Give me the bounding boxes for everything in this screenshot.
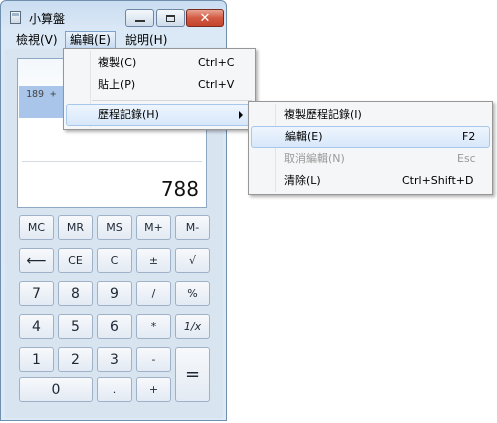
- window-title: 小算盤: [29, 12, 66, 26]
- edit-menu: 複製(C) Ctrl+C 貼上(P) Ctrl+V 歷程記錄(H): [63, 48, 256, 130]
- key-percent[interactable]: %: [175, 281, 210, 306]
- menu-bar: 檢視(V) 編輯(E) 說明(H): [2, 31, 226, 49]
- key-add[interactable]: +: [136, 377, 171, 402]
- close-button[interactable]: ✕: [186, 9, 224, 27]
- key-7[interactable]: 7: [19, 281, 54, 306]
- key-divide[interactable]: /: [136, 281, 171, 306]
- key-9[interactable]: 9: [97, 281, 132, 306]
- key-multiply[interactable]: *: [136, 314, 171, 339]
- menu-item-clear-history[interactable]: 清除(L) Ctrl+Shift+D: [251, 170, 490, 192]
- menu-item-copy[interactable]: 複製(C) Ctrl+C: [66, 52, 253, 74]
- key-decimal[interactable]: .: [97, 377, 132, 402]
- history-submenu: 複製歷程記錄(I) 編輯(E) F2 取消編輯(N) Esc 清除(L) Ctr…: [248, 101, 493, 195]
- menu-item-copy-history-label: 複製歷程記錄(I): [284, 108, 362, 121]
- menu-item-edit-history-shortcut: F2: [462, 130, 476, 143]
- key-c[interactable]: C: [97, 248, 132, 273]
- calculator-icon: [10, 11, 21, 24]
- key-negate[interactable]: ±: [136, 248, 171, 273]
- menu-item-history[interactable]: 歷程記錄(H): [66, 104, 253, 126]
- menu-view[interactable]: 檢視(V): [12, 31, 62, 49]
- menu-item-history-label: 歷程記錄(H): [98, 108, 159, 121]
- key-sqrt[interactable]: √: [175, 248, 210, 273]
- menu-item-cancel-edit-shortcut: Esc: [457, 152, 476, 165]
- menu-item-cancel-edit-label: 取消編輯(N): [284, 152, 345, 165]
- key-4[interactable]: 4: [19, 314, 54, 339]
- minimize-icon: [134, 20, 145, 22]
- maximize-icon: [166, 14, 175, 22]
- key-6[interactable]: 6: [97, 314, 132, 339]
- menu-help[interactable]: 說明(H): [121, 31, 171, 49]
- menu-item-edit-history-label: 編輯(E): [285, 130, 323, 143]
- menu-item-paste-label: 貼上(P): [98, 78, 136, 91]
- key-5[interactable]: 5: [58, 314, 93, 339]
- key-3[interactable]: 3: [97, 347, 132, 372]
- submenu-arrow-icon: [239, 111, 243, 119]
- key-ms[interactable]: MS: [97, 215, 132, 240]
- menu-item-paste-shortcut: Ctrl+V: [198, 78, 235, 91]
- key-0[interactable]: 0: [19, 377, 93, 402]
- menu-item-clear-history-label: 清除(L): [284, 174, 321, 187]
- title-bar[interactable]: 小算盤 ✕: [1, 1, 226, 31]
- menu-item-edit-history[interactable]: 編輯(E) F2: [251, 126, 490, 148]
- menu-separator: [92, 100, 252, 101]
- menu-item-paste[interactable]: 貼上(P) Ctrl+V: [66, 74, 253, 96]
- key-2[interactable]: 2: [58, 347, 93, 372]
- key-reciprocal[interactable]: 1/x: [175, 314, 210, 339]
- history-entry[interactable]: 189 +: [26, 89, 56, 100]
- menu-item-cancel-edit[interactable]: 取消編輯(N) Esc: [251, 148, 490, 170]
- key-backspace[interactable]: ⟵: [19, 248, 54, 273]
- key-equals[interactable]: =: [175, 347, 210, 402]
- key-mc[interactable]: MC: [19, 215, 54, 240]
- maximize-button[interactable]: [156, 9, 185, 27]
- key-ce[interactable]: CE: [58, 248, 93, 273]
- key-m-minus[interactable]: M-: [175, 215, 210, 240]
- key-subtract[interactable]: -: [136, 347, 171, 372]
- close-icon: ✕: [199, 10, 211, 26]
- key-8[interactable]: 8: [58, 281, 93, 306]
- menu-item-copy-shortcut: Ctrl+C: [198, 56, 235, 69]
- menu-edit[interactable]: 編輯(E): [65, 31, 116, 49]
- key-m-plus[interactable]: M+: [136, 215, 171, 240]
- menu-item-copy-label: 複製(C): [98, 56, 137, 69]
- key-1[interactable]: 1: [19, 347, 54, 372]
- menu-item-clear-history-shortcut: Ctrl+Shift+D: [402, 174, 474, 187]
- result-value: 788: [160, 177, 199, 201]
- menu-item-copy-history[interactable]: 複製歷程記錄(I): [251, 104, 490, 126]
- display-divider: [22, 161, 202, 162]
- key-mr[interactable]: MR: [58, 215, 93, 240]
- minimize-button[interactable]: [125, 9, 154, 27]
